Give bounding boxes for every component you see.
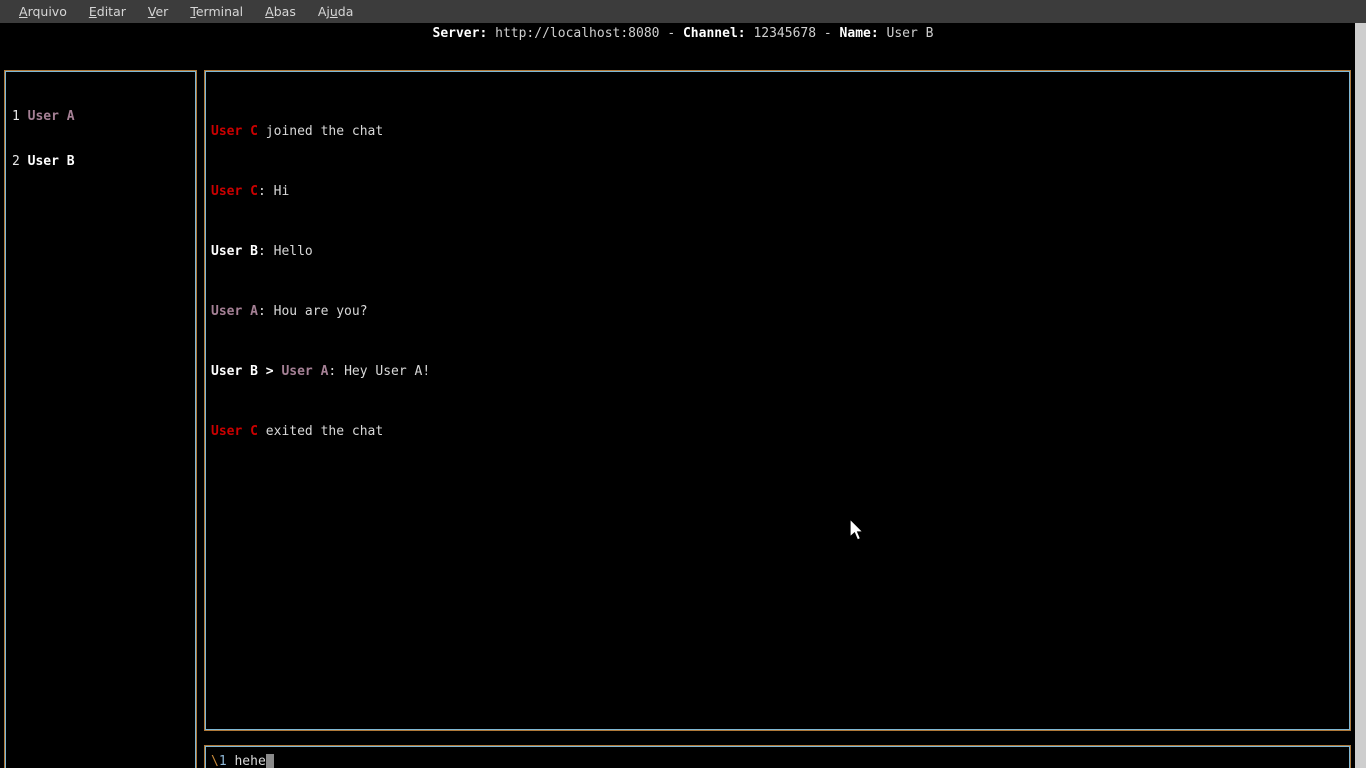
header-separator-2: -: [816, 26, 840, 41]
menu-item-ajuda[interactable]: Ajuda: [307, 0, 365, 23]
user-name: User B: [27, 154, 75, 169]
server-url: http://localhost:8080: [495, 26, 660, 41]
users-panel[interactable]: 1 User A 2 User B: [4, 70, 197, 768]
chat-message-exit: User C exited the chat: [211, 424, 430, 439]
header-separator-1: -: [659, 26, 683, 41]
message-input-panel[interactable]: \1 hehe: [204, 745, 1351, 768]
input-prefix-number: 1: [218, 754, 227, 768]
chat-user: User B: [211, 364, 258, 379]
terminal-scrollbar[interactable]: [1355, 23, 1366, 768]
users-list[interactable]: 1 User A 2 User B: [12, 79, 75, 199]
name-value: User B: [886, 26, 934, 41]
chat-private-arrow: >: [257, 364, 282, 379]
input-prefix-backslash: \: [211, 754, 219, 768]
chat-user: User B: [211, 244, 258, 259]
chat-text: joined the chat: [257, 124, 384, 139]
chat-text: : Hello: [257, 244, 313, 259]
user-gap: [20, 109, 28, 124]
chat-user: User C: [211, 124, 258, 139]
user-gap: [20, 154, 28, 169]
chat-panel[interactable]: User C joined the chat User C: Hi User B…: [204, 70, 1351, 731]
list-item[interactable]: 2 User B: [12, 154, 75, 169]
chat-log: User C joined the chat User C: Hi User B…: [211, 79, 430, 484]
chat-user: User C: [211, 424, 258, 439]
chat-message: User B: Hello: [211, 244, 430, 259]
users-panel-inner: 1 User A 2 User B: [5, 71, 196, 768]
menu-bar: Arquivo Editar Ver Terminal Abas Ajuda: [0, 0, 1366, 23]
server-value: [487, 26, 495, 41]
chat-text: : Hey User A!: [328, 364, 431, 379]
chat-message-private: User B > User A: Hey User A!: [211, 364, 430, 379]
chat-panel-inner: User C joined the chat User C: Hi User B…: [205, 71, 1350, 730]
menu-item-terminal[interactable]: Terminal: [179, 0, 254, 23]
user-index: 1: [12, 109, 20, 124]
chat-text: : Hou are you?: [257, 304, 368, 319]
input-value: hehe: [226, 754, 266, 768]
terminal-window: Server: http://localhost:8080 - Channel:…: [0, 23, 1366, 768]
message-input[interactable]: \1 hehe: [211, 754, 274, 768]
channel-value: 12345678: [753, 26, 817, 41]
chat-message: User C: Hi: [211, 184, 430, 199]
text-cursor: [265, 754, 274, 768]
status-header: Server: http://localhost:8080 - Channel:…: [0, 24, 1366, 44]
server-label: Server:: [432, 26, 488, 41]
menu-item-editar[interactable]: Editar: [78, 0, 137, 23]
chat-user: User C: [211, 184, 258, 199]
chat-message-join: User C joined the chat: [211, 124, 430, 139]
chat-text: : Hi: [257, 184, 290, 199]
menu-item-abas[interactable]: Abas: [254, 0, 307, 23]
name-label: Name:: [839, 26, 879, 41]
chat-user: User A: [211, 304, 258, 319]
chat-message: User A: Hou are you?: [211, 304, 430, 319]
user-index: 2: [12, 154, 20, 169]
list-item[interactable]: 1 User A: [12, 109, 75, 124]
menu-item-ver[interactable]: Ver: [137, 0, 179, 23]
message-input-inner: \1 hehe: [205, 746, 1350, 768]
channel-label: Channel:: [682, 26, 746, 41]
menu-item-arquivo[interactable]: Arquivo: [8, 0, 78, 23]
name-space: [879, 26, 887, 41]
chat-target-user: User A: [281, 364, 329, 379]
chat-text: exited the chat: [257, 424, 384, 439]
user-name: User A: [27, 109, 75, 124]
